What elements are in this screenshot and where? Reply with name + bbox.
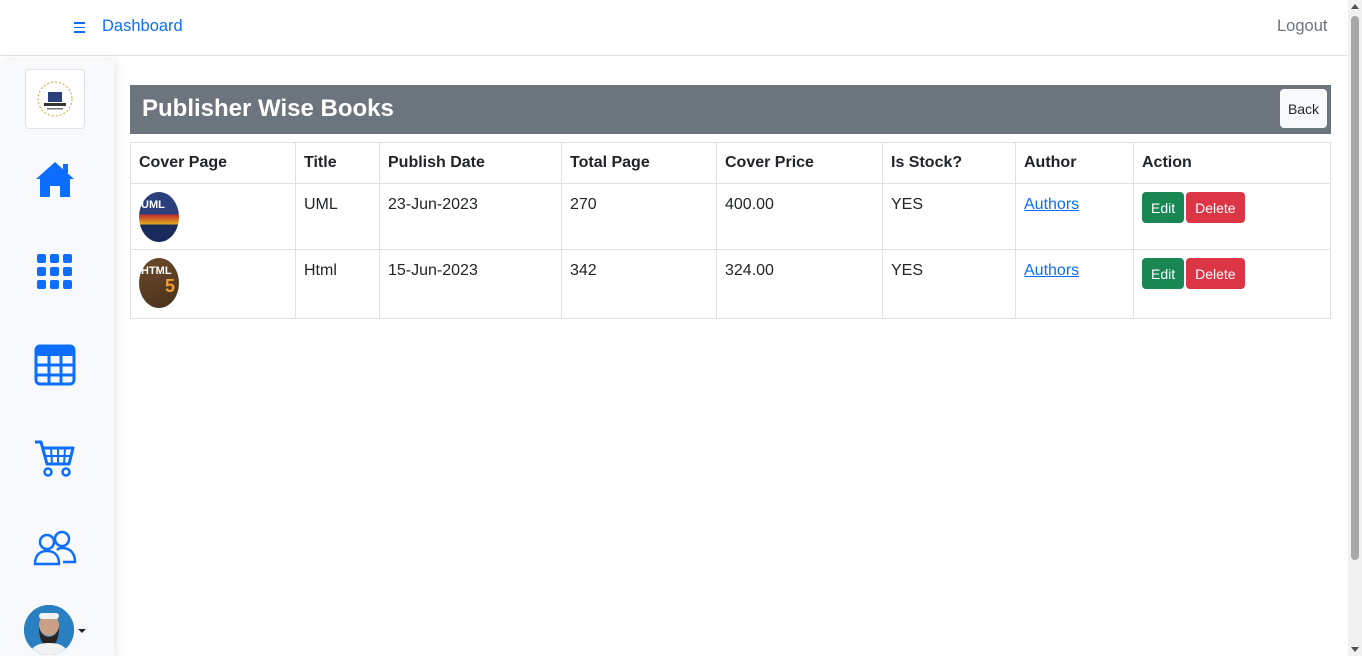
is-stock-cell: YES <box>882 183 1016 250</box>
table-row: UML UML 23-Jun-2023 270 400.00 YES Autho… <box>130 183 1331 250</box>
html5-logo-mark: 5 <box>165 276 176 296</box>
column-header-cover-page: Cover Page <box>130 142 296 184</box>
cover-price-cell: 324.00 <box>716 249 883 319</box>
author-cell: Authors <box>1015 249 1134 319</box>
table-header-row: Cover Page Title Publish Date Total Page… <box>130 142 1331 184</box>
edit-button[interactable]: Edit <box>1142 192 1185 223</box>
back-button[interactable]: Back <box>1280 89 1327 128</box>
publish-date-cell: 23-Jun-2023 <box>379 183 562 250</box>
column-header-publish-date: Publish Date <box>379 142 562 184</box>
cover-cell: HTML 5 <box>130 249 296 319</box>
column-header-title: Title <box>295 142 380 184</box>
vertical-scrollbar[interactable] <box>1348 0 1362 656</box>
dashboard-link[interactable]: Dashboard <box>102 17 183 36</box>
table-icon[interactable] <box>33 343 77 387</box>
logout-link[interactable]: Logout <box>1277 17 1327 36</box>
scrollbar-thumb[interactable] <box>1351 16 1359 560</box>
delete-button[interactable]: Delete <box>1186 258 1245 289</box>
column-header-cover-price: Cover Price <box>716 142 883 184</box>
cover-cell: UML <box>130 183 296 250</box>
title-cell: Html <box>295 249 380 319</box>
brand-logo[interactable] <box>25 69 85 129</box>
total-page-cell: 342 <box>561 249 717 319</box>
cover-price-cell: 400.00 <box>716 183 883 250</box>
authors-link[interactable]: Authors <box>1024 196 1079 213</box>
grid-icon[interactable] <box>33 250 77 294</box>
people-icon[interactable] <box>33 526 77 570</box>
total-page-cell: 270 <box>561 183 717 250</box>
avatar <box>24 605 74 655</box>
chevron-down-icon <box>78 629 86 633</box>
page-header: Publisher Wise Books Back <box>130 85 1331 134</box>
action-cell: Edit Delete <box>1133 249 1331 319</box>
cart-icon[interactable] <box>33 436 77 480</box>
book-cover-image: UML <box>139 192 179 242</box>
column-header-total-page: Total Page <box>561 142 717 184</box>
delete-button[interactable]: Delete <box>1186 192 1245 223</box>
user-menu-toggle[interactable] <box>24 605 96 655</box>
table-row: HTML 5 Html 15-Jun-2023 342 324.00 YES A… <box>130 249 1331 319</box>
authors-link[interactable]: Authors <box>1024 262 1079 279</box>
book-cover-image: HTML 5 <box>139 258 179 308</box>
house-icon[interactable] <box>33 158 77 202</box>
column-header-author: Author <box>1015 142 1134 184</box>
author-cell: Authors <box>1015 183 1134 250</box>
hamburger-menu-icon[interactable] <box>72 19 88 37</box>
publish-date-cell: 15-Jun-2023 <box>379 249 562 319</box>
edit-button[interactable]: Edit <box>1142 258 1185 289</box>
action-cell: Edit Delete <box>1133 183 1331 250</box>
books-table: Cover Page Title Publish Date Total Page… <box>130 142 1331 319</box>
sidebar <box>0 60 114 656</box>
top-navbar: Dashboard Logout <box>0 0 1348 56</box>
column-header-action: Action <box>1133 142 1331 184</box>
page-title: Publisher Wise Books <box>142 95 394 122</box>
scroll-down-arrow-icon[interactable] <box>1351 647 1359 652</box>
cover-text: UML <box>141 199 165 211</box>
column-header-is-stock: Is Stock? <box>882 142 1016 184</box>
scroll-up-arrow-icon[interactable] <box>1351 4 1359 9</box>
is-stock-cell: YES <box>882 249 1016 319</box>
title-cell: UML <box>295 183 380 250</box>
